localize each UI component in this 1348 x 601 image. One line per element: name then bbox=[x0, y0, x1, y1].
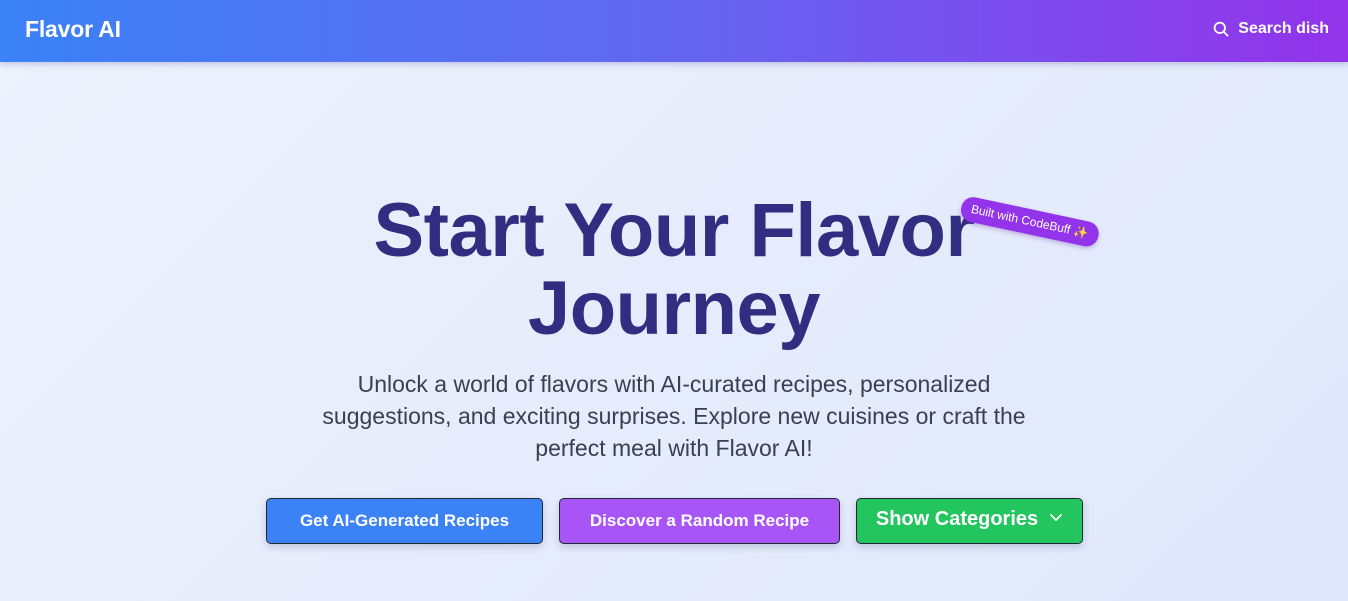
show-categories-label: Show Categories bbox=[875, 507, 1039, 530]
hero-title: Start Your Flavor Journey bbox=[0, 192, 1348, 348]
get-ai-recipes-label: Get AI-Generated Recipes bbox=[299, 511, 510, 530]
chevron-down-icon bbox=[1050, 514, 1063, 521]
random-recipe-button[interactable]: Discover a Random Recipe bbox=[559, 498, 840, 544]
random-recipe-label: Discover a Random Recipe bbox=[589, 511, 810, 530]
show-categories-button[interactable]: Show Categories bbox=[856, 498, 1083, 544]
search-dish-button[interactable]: Search dish bbox=[1213, 20, 1329, 38]
search-icon bbox=[1213, 21, 1229, 37]
get-ai-recipes-button[interactable]: Get AI-Generated Recipes bbox=[266, 498, 543, 544]
top-navbar: Flavor AI Search dish bbox=[0, 0, 1348, 62]
hero-subtitle: Unlock a world of flavors with AI-curate… bbox=[322, 371, 1026, 461]
search-dish-label: Search dish bbox=[1238, 20, 1329, 37]
hero-section: Start Your Flavor Journey Built with Cod… bbox=[0, 62, 1348, 601]
brand-logo[interactable]: Flavor AI bbox=[25, 16, 121, 43]
hero-title-line2: Journey bbox=[527, 266, 821, 351]
hero-title-line1: Start Your Flavor bbox=[373, 188, 975, 273]
